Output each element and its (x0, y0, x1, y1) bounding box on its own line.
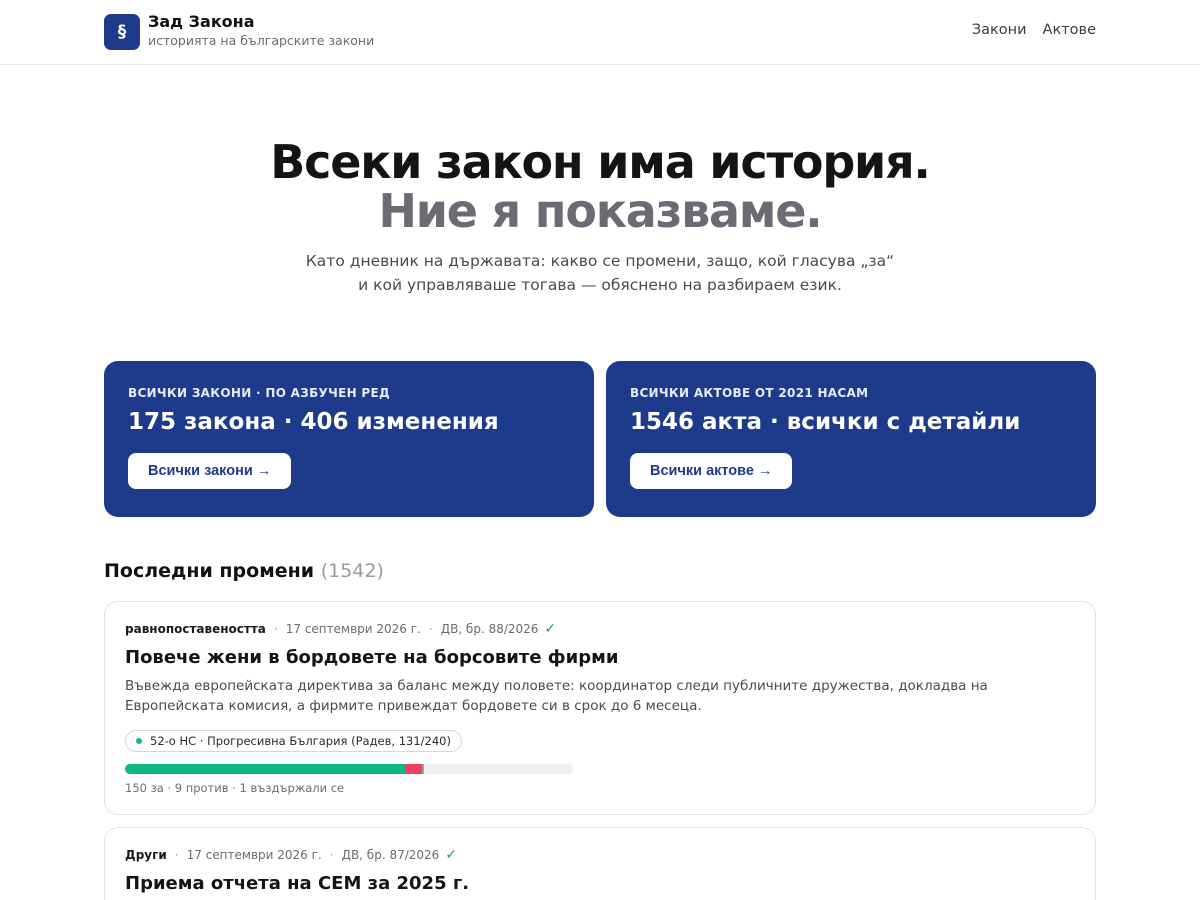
section-sign-icon: § (104, 14, 140, 50)
nav-link-acts[interactable]: Актове (1043, 22, 1096, 38)
meta-separator: · (174, 848, 179, 862)
acts-card-kicker: ВСИЧКИ АКТОВЕ ОТ 2021 НАСАМ (630, 386, 869, 400)
laws-card-kicker: ВСИЧКИ ЗАКОНИ · ПО АЗБУЧЕН РЕД (128, 386, 390, 400)
item-date: 17 септември 2026 г. (186, 848, 322, 862)
site-header: § Зад Закона историята на българските за… (0, 0, 1200, 65)
item-gazette: ДВ, бр. 87/2026 (341, 848, 440, 862)
item-date: 17 септември 2026 г. (285, 622, 421, 636)
nav-link-laws[interactable]: Закони (972, 22, 1027, 38)
list-item[interactable]: равнопоставеността · 17 септември 2026 г… (104, 601, 1096, 815)
item-meta: Други · 17 септември 2026 г. · ДВ, бр. 8… (125, 846, 1075, 864)
laws-card: ВСИЧКИ ЗАКОНИ · ПО АЗБУЧЕН РЕД 175 закон… (104, 361, 594, 517)
hero-subheadline: Ние я показваме. (378, 184, 822, 238)
item-title[interactable]: Повече жени в бордовете на борсовите фир… (125, 646, 1075, 670)
meta-separator: · (273, 622, 278, 636)
item-category[interactable]: Други (125, 846, 167, 864)
hero-description: Като дневник на държавата: какво се пром… (305, 252, 895, 294)
check-icon: ✓ (544, 621, 557, 637)
acts-card-title: 1546 акта · всички с детайли (630, 409, 1021, 435)
item-meta: равнопоставеността · 17 септември 2026 г… (125, 620, 1075, 638)
parliament-label: 52-о НС · Прогресивна България (Радев, 1… (150, 734, 451, 748)
item-description: Въвежда европейската директива за баланс… (125, 678, 988, 714)
recent-changes-count: (1542) (320, 560, 384, 582)
recent-changes-label: Последни промени (104, 560, 315, 582)
all-acts-button[interactable]: Всички актове → (630, 453, 793, 489)
vote-bar-for (125, 764, 405, 774)
recent-changes-title: Последни промени (1542) (104, 559, 384, 583)
main-nav: Закони Актове (972, 22, 1096, 38)
item-gazette: ДВ, бр. 88/2026 (440, 622, 539, 636)
vote-bar-abstained (421, 764, 424, 774)
brand[interactable]: § Зад Закона историята на българските за… (104, 12, 375, 50)
hero-headline: Всеки закон има история. (270, 135, 931, 189)
status-dot-icon (136, 738, 142, 744)
item-category[interactable]: равнопоставеността (125, 620, 266, 638)
meta-separator: · (329, 848, 334, 862)
vote-summary: 150 за · 9 против · 1 въздържали се (125, 781, 345, 795)
meta-separator: · (428, 622, 433, 636)
brand-text: Зад Закона историята на българските зако… (148, 12, 375, 50)
parliament-badge: 52-о НС · Прогресивна България (Радев, 1… (125, 730, 462, 752)
acts-card: ВСИЧКИ АКТОВЕ ОТ 2021 НАСАМ 1546 акта · … (606, 361, 1096, 517)
vote-bar (125, 764, 573, 774)
all-laws-button[interactable]: Всички закони → (128, 453, 292, 489)
brand-subtitle: историята на българските закони (148, 33, 375, 48)
vote-bar-against (405, 764, 422, 774)
brand-title: Зад Закона (148, 12, 255, 31)
laws-card-title: 175 закона · 406 изменения (128, 409, 499, 435)
check-icon: ✓ (445, 847, 458, 863)
item-title[interactable]: Приема отчета на СЕМ за 2025 г. (125, 872, 1075, 896)
list-item[interactable]: Други · 17 септември 2026 г. · ДВ, бр. 8… (104, 827, 1096, 900)
